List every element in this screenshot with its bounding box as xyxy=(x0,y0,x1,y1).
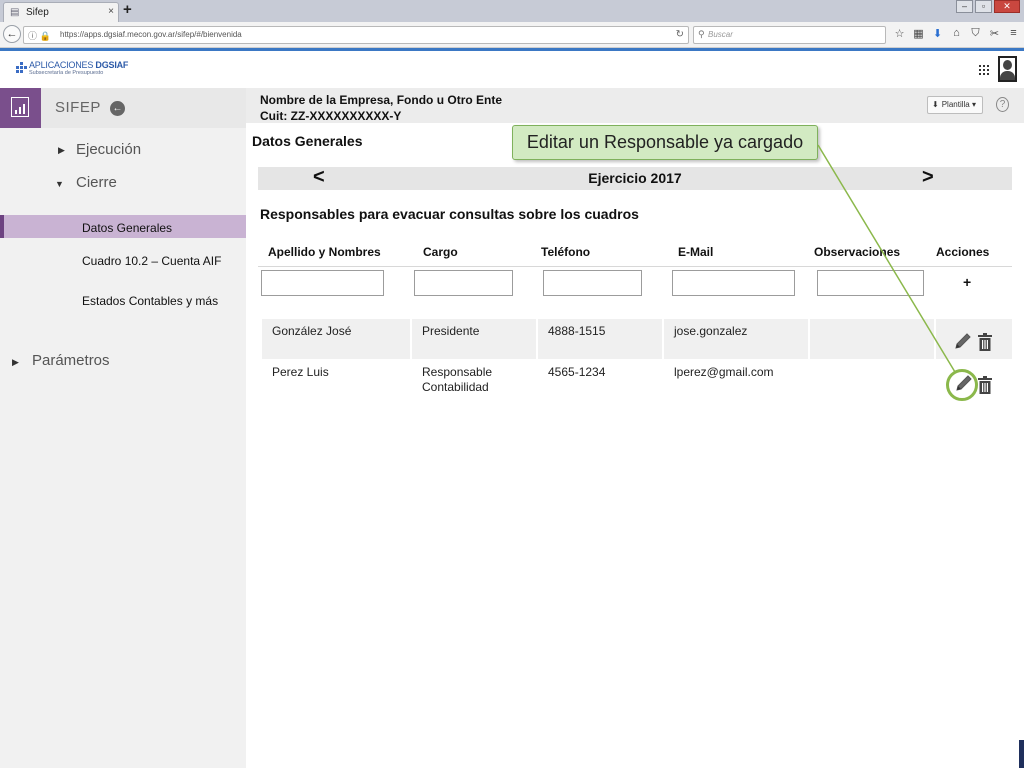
column-header-telefono: Teléfono xyxy=(541,245,591,259)
corner-decoration xyxy=(1019,740,1024,768)
entity-name: Nombre de la Empresa, Fondo u Otro Ente xyxy=(260,93,503,107)
next-year-button[interactable]: > xyxy=(922,166,934,189)
caret-right-icon: ▶ xyxy=(58,145,65,155)
tutorial-callout: Editar un Responsable ya cargado xyxy=(512,125,818,160)
app-header: APLICACIONES DGSIAF Subsecretaría de Pre… xyxy=(0,51,1024,88)
new-tab-button[interactable]: + xyxy=(123,1,132,18)
sidebar-title: SIFEP xyxy=(55,99,101,116)
column-header-nombre: Apellido y Nombres xyxy=(268,245,381,259)
cell-email: jose.gonzalez xyxy=(664,319,808,359)
reading-list-icon[interactable]: ▦ xyxy=(909,27,928,40)
home-icon[interactable]: ⌂ xyxy=(947,27,966,40)
entity-header: Nombre de la Empresa, Fondo u Otro Ente … xyxy=(246,88,1024,123)
cell-acciones xyxy=(936,319,1012,359)
extension-icon[interactable]: ✂ xyxy=(985,27,1004,40)
sidebar-subitem-estados-contables[interactable]: Estados Contables y más xyxy=(82,294,218,308)
report-chart-icon xyxy=(11,97,29,117)
table-row: Perez Luis Responsable Contabilidad 4565… xyxy=(262,360,1012,400)
edit-pencil-icon[interactable] xyxy=(952,331,974,353)
sidebar-app-tile[interactable] xyxy=(0,88,41,128)
download-icon: ⬇ xyxy=(932,100,939,109)
sidebar: SIFEP ← ▶ Ejecución ▼ Cierre Datos Gener… xyxy=(0,88,246,768)
plantilla-dropdown-button[interactable]: ⬇ Plantilla ▾ xyxy=(927,96,983,114)
year-selector: < Ejercicio 2017 > xyxy=(258,166,1012,190)
back-arrow-icon[interactable]: ← xyxy=(3,25,21,43)
browser-nav-bar: ← ⓘ 🔒 https://apps.dgsiaf.mecon.gov.ar/s… xyxy=(0,22,1024,48)
sidebar-item-parametros[interactable]: Parámetros xyxy=(32,352,110,369)
add-responsable-button[interactable]: + xyxy=(963,274,971,290)
email-filter-input[interactable] xyxy=(672,270,795,296)
browser-tab-bar: ▤ Sifep × + – ▫ ✕ xyxy=(0,0,1024,22)
sidebar-item-ejecucion[interactable]: Ejecución xyxy=(76,141,141,158)
reload-icon[interactable]: ↻ xyxy=(676,29,684,40)
user-avatar-icon[interactable] xyxy=(998,56,1017,82)
help-icon[interactable]: ? xyxy=(996,97,1009,112)
caret-down-icon: ▼ xyxy=(55,179,64,189)
caret-right-icon: ▶ xyxy=(12,357,19,367)
table-row: González José Presidente 4888-1515 jose.… xyxy=(262,319,1012,359)
window-controls: – ▫ ✕ xyxy=(954,0,1020,13)
site-info-lock-icon[interactable]: ⓘ 🔒 xyxy=(28,29,51,42)
tab-title: Sifep xyxy=(26,7,49,18)
cell-cargo: Responsable Contabilidad xyxy=(422,365,493,394)
cargo-filter-input[interactable] xyxy=(414,270,513,296)
search-input[interactable]: ⚲ Buscar xyxy=(693,26,886,44)
column-header-observaciones: Observaciones xyxy=(814,245,901,259)
cell-telefono: 4565-1234 xyxy=(548,365,606,379)
observaciones-filter-input[interactable] xyxy=(817,270,924,296)
sidebar-header: SIFEP ← xyxy=(0,88,246,128)
chevron-down-icon: ▾ xyxy=(969,100,976,109)
cell-nombre: Perez Luis xyxy=(272,365,329,379)
dgsiaf-logo-icon xyxy=(16,62,27,76)
sidebar-subitem-datos-generales[interactable]: Datos Generales xyxy=(82,221,172,235)
pocket-shield-icon[interactable]: ⛉ xyxy=(966,27,985,40)
entity-cuit: Cuit: ZZ-XXXXXXXXXX-Y xyxy=(260,109,402,123)
browser-tab[interactable]: ▤ Sifep × xyxy=(3,2,119,22)
browser-toolbar: ☆ ▦ ⬇ ⌂ ⛉ ✂ ≡ xyxy=(890,27,1023,40)
menu-hamburger-icon[interactable]: ≡ xyxy=(1004,27,1023,40)
bookmark-star-icon[interactable]: ☆ xyxy=(890,27,909,40)
plantilla-label: Plantilla xyxy=(941,100,970,109)
column-header-email: E-Mail xyxy=(678,245,714,259)
url-text: https://apps.dgsiaf.mecon.gov.ar/sifep/#… xyxy=(60,30,242,39)
close-window-icon[interactable]: ✕ xyxy=(994,0,1020,13)
cell-observaciones xyxy=(810,360,934,400)
cell-observaciones xyxy=(810,319,934,359)
search-placeholder: Buscar xyxy=(708,30,733,39)
table-title: Responsables para evacuar consultas sobr… xyxy=(260,206,639,222)
apps-grid-icon[interactable] xyxy=(979,65,989,75)
collapse-back-icon[interactable]: ← xyxy=(110,101,125,116)
year-label: Ejercicio 2017 xyxy=(588,170,682,186)
search-icon: ⚲ xyxy=(698,29,705,39)
maximize-icon[interactable]: ▫ xyxy=(975,0,992,13)
delete-trash-icon[interactable] xyxy=(978,333,992,351)
tab-close-icon[interactable]: × xyxy=(108,6,114,17)
cell-telefono: 4888-1515 xyxy=(538,319,662,359)
header-divider xyxy=(258,266,1012,267)
download-icon[interactable]: ⬇ xyxy=(928,27,947,40)
logo-title[interactable]: APLICACIONES DGSIAF xyxy=(29,60,128,70)
column-header-cargo: Cargo xyxy=(423,245,458,259)
delete-trash-icon[interactable] xyxy=(978,376,992,394)
column-header-acciones: Acciones xyxy=(936,245,990,259)
url-bar[interactable]: ⓘ 🔒 https://apps.dgsiaf.mecon.gov.ar/sif… xyxy=(23,26,689,44)
cell-cargo: Presidente xyxy=(412,319,536,359)
nombre-filter-input[interactable] xyxy=(261,270,384,296)
section-title: Datos Generales xyxy=(252,133,363,149)
logo-subtitle: Subsecretaría de Presupuesto xyxy=(29,70,104,76)
sidebar-item-cierre[interactable]: Cierre xyxy=(76,174,117,191)
cell-email: lperez@gmail.com xyxy=(674,365,774,379)
telefono-filter-input[interactable] xyxy=(543,270,642,296)
cell-nombre: González José xyxy=(262,319,410,359)
sidebar-subitem-cuadro-10-2[interactable]: Cuadro 10.2 – Cuenta AIF xyxy=(82,254,221,268)
minimize-icon[interactable]: – xyxy=(956,0,973,13)
page-favicon-icon: ▤ xyxy=(10,7,20,18)
edit-highlight-ring xyxy=(946,369,978,401)
